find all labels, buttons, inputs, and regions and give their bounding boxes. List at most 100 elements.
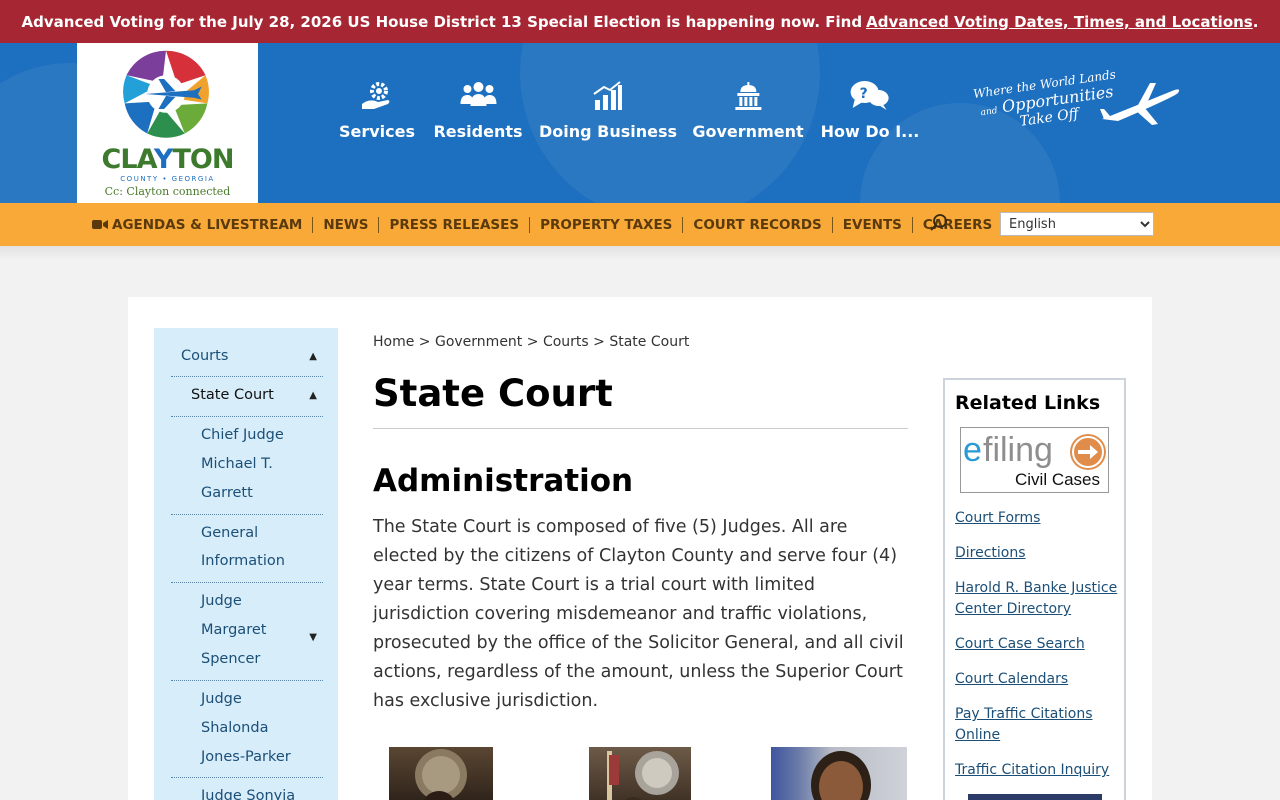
link-court-forms[interactable]: Court Forms bbox=[955, 508, 1115, 529]
sidebar-item-chief-judge[interactable]: Chief Judge Michael T. Garrett bbox=[201, 421, 311, 508]
title-divider bbox=[373, 428, 908, 429]
logo-letter: C bbox=[101, 144, 122, 175]
sidebar-item-label: Jones-Parker bbox=[201, 749, 291, 765]
sidebar-item-judge-spencer[interactable]: Judge Margaret Spencer ▼ bbox=[201, 587, 317, 674]
nav-residents[interactable]: Residents bbox=[433, 80, 523, 141]
search-icon[interactable] bbox=[929, 213, 949, 233]
alert-text: Advanced Voting for the July 28, 2026 US… bbox=[21, 12, 863, 31]
logo-letter: Y bbox=[153, 144, 174, 175]
sidebar-item-state-court[interactable]: State Court ▲ bbox=[191, 387, 317, 403]
breadcrumb-separator: > bbox=[593, 334, 605, 350]
judge-photo[interactable] bbox=[771, 747, 907, 800]
sidebar-item-label: General bbox=[201, 525, 259, 541]
subnav-property-taxes[interactable]: PROPERTY TAXES bbox=[530, 216, 684, 233]
language-select[interactable]: English bbox=[1000, 212, 1154, 236]
sidebar-item-label: Spencer bbox=[201, 651, 261, 667]
logo-letters: TON bbox=[172, 144, 234, 175]
nav-government[interactable]: Government bbox=[692, 80, 804, 141]
link-court-case-search[interactable]: Court Case Search bbox=[955, 634, 1115, 655]
subnav-news[interactable]: NEWS bbox=[313, 216, 380, 233]
related-links-panel: Related Links e filing Civil Cases Court… bbox=[943, 378, 1126, 800]
nav-residents-label: Residents bbox=[433, 122, 523, 141]
sidebar-item-courts[interactable]: Courts ▲ bbox=[181, 348, 317, 364]
sidebar-item-label: Information bbox=[201, 553, 285, 569]
subnav-agendas-livestream[interactable]: AGENDAS & LIVESTREAM bbox=[92, 216, 314, 233]
subnav-press-releases[interactable]: PRESS RELEASES bbox=[379, 216, 531, 233]
sidebar-divider bbox=[171, 416, 323, 417]
sidebar-item-label: Chief Judge bbox=[201, 427, 284, 443]
sidebar-item-label: Garrett bbox=[201, 485, 253, 501]
subnav-court-records[interactable]: COURT RECORDS bbox=[683, 216, 833, 233]
capitol-icon bbox=[735, 82, 761, 110]
nav-how-do-i[interactable]: ? How Do I... bbox=[821, 80, 919, 141]
sidebar-item-label: State Court bbox=[191, 387, 274, 403]
sidebar-item-label: Judge Sonyia bbox=[201, 788, 296, 800]
judge-photo[interactable] bbox=[389, 747, 493, 800]
arrow-right-icon bbox=[1072, 436, 1104, 468]
tagline-and: and bbox=[980, 106, 999, 119]
arrow-circle-icon bbox=[1070, 434, 1106, 470]
page-title: State Court bbox=[373, 372, 613, 415]
breadcrumb-home[interactable]: Home bbox=[373, 334, 414, 350]
link-banke-justice-center[interactable]: Harold R. Banke Justice Center Directory bbox=[955, 578, 1120, 620]
sidebar-item-label: Margaret bbox=[201, 622, 267, 638]
advanced-voting-link[interactable]: Advanced Voting Dates, Times, and Locati… bbox=[866, 13, 1253, 31]
efiling-civil-cases-banner[interactable]: e filing Civil Cases bbox=[960, 427, 1109, 493]
logo-letters: LA bbox=[120, 144, 155, 175]
svg-text:?: ? bbox=[860, 86, 868, 102]
sidebar-divider bbox=[171, 680, 323, 681]
residents-icon bbox=[459, 82, 496, 106]
nav-government-label: Government bbox=[692, 122, 804, 141]
sidebar-item-label: Shalonda bbox=[201, 720, 269, 736]
judge-photo[interactable] bbox=[589, 747, 691, 800]
airplane-icon bbox=[1100, 83, 1180, 125]
judge-photo-image bbox=[607, 751, 679, 800]
sidebar-divider bbox=[171, 582, 323, 583]
section-body: The State Court is composed of five (5) … bbox=[373, 517, 904, 711]
logo-wordmark: CLAYTON bbox=[77, 144, 258, 175]
subnav-careers[interactable]: CAREERS bbox=[913, 217, 1002, 233]
collapse-arrow-icon[interactable]: ▲ bbox=[309, 390, 317, 401]
breadcrumb-courts[interactable]: Courts bbox=[543, 334, 589, 350]
nav-services-label: Services bbox=[338, 122, 416, 141]
subnav-label: AGENDAS & LIVESTREAM bbox=[112, 216, 303, 233]
sidebar-item-label: Judge bbox=[201, 691, 242, 707]
judge-photo-image bbox=[415, 749, 467, 800]
sidebar-item-label: Judge bbox=[201, 593, 242, 609]
clayton-logo[interactable]: CLAYTON COUNTY • GEORGIA Cc: Clayton con… bbox=[77, 43, 258, 203]
link-traffic-citation-inquiry[interactable]: Traffic Citation Inquiry bbox=[955, 760, 1115, 781]
globe-icon bbox=[123, 50, 209, 138]
expand-arrow-icon[interactable]: ▼ bbox=[309, 623, 317, 652]
nav-doing-business-label: Doing Business bbox=[538, 122, 678, 141]
link-court-calendars[interactable]: Court Calendars bbox=[955, 669, 1115, 690]
breadcrumb-current: State Court bbox=[609, 334, 690, 350]
sidebar-item-judge-sonyia[interactable]: Judge Sonyia bbox=[201, 782, 311, 800]
question-bubbles-icon: ? bbox=[850, 81, 889, 110]
video-camera-icon bbox=[92, 219, 108, 229]
logo-tagline: Cc: Clayton connected bbox=[104, 185, 231, 198]
site-header: CLAYTON COUNTY • GEORGIA Cc: Clayton con… bbox=[0, 43, 1280, 203]
nav-doing-business[interactable]: Doing Business bbox=[539, 80, 677, 141]
sidebar-item-label: Courts bbox=[181, 348, 229, 364]
nav-services[interactable]: Services bbox=[339, 80, 415, 141]
sidebar-item-judge-jones-parker[interactable]: Judge Shalonda Jones-Parker bbox=[201, 685, 311, 772]
alert-end: . bbox=[1252, 12, 1259, 31]
link-directions[interactable]: Directions bbox=[955, 543, 1115, 564]
breadcrumb-government[interactable]: Government bbox=[435, 334, 522, 350]
breadcrumb-separator: > bbox=[418, 334, 431, 350]
subnav-events[interactable]: EVENTS bbox=[833, 216, 913, 233]
judge-photo-image bbox=[811, 751, 871, 800]
efile-e: e bbox=[963, 431, 982, 469]
efile-filing: filing bbox=[983, 431, 1053, 469]
header-shadow bbox=[0, 246, 1280, 260]
efile-civil-cases: Civil Cases bbox=[1015, 470, 1101, 489]
link-pay-traffic-citations[interactable]: Pay Traffic Citations Online bbox=[955, 704, 1105, 746]
sidebar-item-general-information[interactable]: General Information bbox=[201, 519, 311, 575]
sidebar-divider bbox=[171, 514, 323, 515]
breadcrumb-separator: > bbox=[526, 334, 539, 350]
collapse-arrow-icon[interactable]: ▲ bbox=[309, 351, 317, 362]
section-title: Administration bbox=[373, 463, 634, 499]
related-links-heading: Related Links bbox=[955, 392, 1101, 414]
sidebar-item-label: Michael T. bbox=[201, 456, 273, 472]
related-link-banner[interactable] bbox=[968, 794, 1102, 800]
